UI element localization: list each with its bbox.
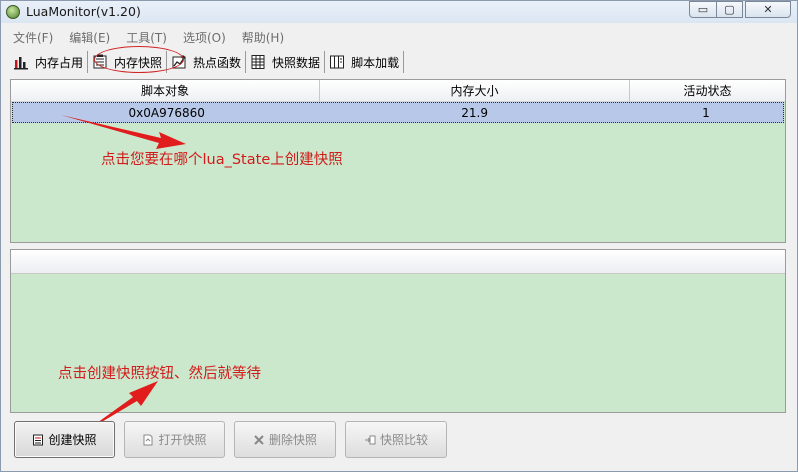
action-buttons: 创建快照 打开快照 删除快照 快照比较 (14, 421, 456, 458)
create-snapshot-button[interactable]: 创建快照 (14, 421, 115, 458)
close-button[interactable]: ✕ (745, 1, 791, 18)
active-tab-highlight-circle (94, 46, 184, 73)
title-bar[interactable]: LuaMonitor(v1.20) ▭ ▢ ✕ (1, 1, 797, 23)
compare-snapshot-button[interactable]: 快照比较 (345, 421, 447, 458)
tab-bar: 内存占用 内存快照 热点函数 快照数据 脚本加载 (9, 50, 405, 74)
menu-tools[interactable]: 工具(T) (115, 26, 172, 46)
close-icon: ✕ (763, 3, 773, 16)
delete-icon (253, 434, 265, 446)
compare-snapshot-label: 快照比较 (379, 433, 428, 447)
tab-label: 热点函数 (193, 55, 242, 70)
tab-snapshot-data[interactable]: 快照数据 (246, 51, 326, 73)
cell-script-object: 0x0A976860 (128, 105, 205, 120)
minimize-icon: ▭ (697, 3, 709, 16)
create-snapshot-label: 创建快照 (48, 433, 97, 447)
tab-script-loading[interactable]: 脚本加载 (325, 51, 405, 73)
menu-bar: 文件(F) 编辑(E) 工具(T) 选项(O) 帮助(H) (2, 26, 797, 46)
minimize-button[interactable]: ▭ (689, 1, 716, 18)
cell-active-state: 1 (702, 105, 710, 120)
delete-snapshot-label: 删除快照 (268, 433, 317, 447)
window-title: LuaMonitor(v1.20) (26, 4, 141, 19)
table-header: 脚本对象 内存大小 活动状态 (11, 80, 785, 102)
bar-chart-icon (13, 54, 29, 70)
table-icon (250, 54, 266, 70)
delete-snapshot-button[interactable]: 删除快照 (234, 421, 336, 458)
column-header-memory-size[interactable]: 内存大小 (320, 80, 630, 101)
snapshot-list-header (11, 250, 785, 274)
column-header-active-state[interactable]: 活动状态 (630, 80, 785, 101)
menu-file[interactable]: 文件(F) (2, 26, 58, 46)
open-snapshot-button[interactable]: 打开快照 (124, 421, 225, 458)
annotation-click-create: 点击创建快照按钮、然后就等待 (58, 366, 261, 382)
script-icon (329, 54, 345, 70)
main-window: LuaMonitor(v1.20) ▭ ▢ ✕ 文件(F) 编辑(E) 工具(T… (0, 0, 798, 472)
menu-edit[interactable]: 编辑(E) (58, 26, 115, 46)
menu-help[interactable]: 帮助(H) (231, 26, 289, 46)
maximize-icon: ▢ (724, 3, 735, 16)
annotation-select-state: 点击您要在哪个lua_State上创建快照 (101, 152, 343, 168)
compare-icon (364, 434, 376, 446)
create-snapshot-icon (32, 434, 44, 446)
open-snapshot-label: 打开快照 (158, 433, 207, 447)
open-file-icon (142, 434, 154, 446)
maximize-button[interactable]: ▢ (716, 1, 743, 18)
column-header-script-object[interactable]: 脚本对象 (11, 80, 320, 101)
tab-memory-usage[interactable]: 内存占用 (9, 51, 89, 73)
window-controls: ▭ ▢ ✕ (689, 1, 791, 19)
cell-memory-size: 21.9 (461, 105, 488, 120)
table-row[interactable]: 0x0A976860 21.9 1 (12, 102, 784, 123)
tab-label: 脚本加载 (351, 55, 400, 70)
tab-label: 快照数据 (272, 55, 321, 70)
tab-label: 内存占用 (35, 55, 84, 70)
snapshot-list (10, 249, 786, 413)
app-icon (6, 5, 20, 19)
menu-options[interactable]: 选项(O) (172, 26, 231, 46)
